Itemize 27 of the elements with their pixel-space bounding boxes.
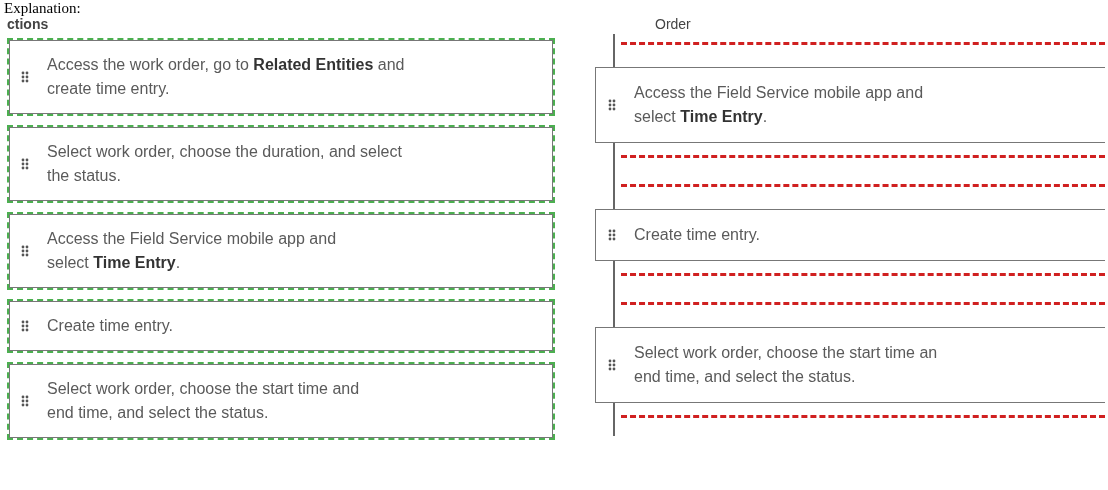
drag-handle-icon [21, 320, 29, 332]
drag-handle-icon [21, 71, 29, 83]
action-card[interactable]: Create time entry. [7, 299, 555, 353]
explanation-label: Explanation: [3, 0, 82, 16]
drag-handle-icon [608, 99, 616, 111]
action-card[interactable]: Select work order, choose the duration, and select the status. [7, 125, 555, 203]
action-text: Create time entry. [47, 316, 173, 336]
actions-heading: ctions [7, 16, 50, 34]
drag-handle-icon [21, 245, 29, 257]
drag-handle-icon [21, 158, 29, 170]
action-card[interactable]: Access the Field Service mobile app and select Time Entry. [7, 212, 555, 290]
action-text: Select work order, choose the duration, and select the status. [47, 142, 402, 186]
action-card[interactable]: Select work order, choose the start time and end time, and select the status. [7, 362, 555, 440]
answer-card[interactable]: Access the Field Service mobile app and select Time Entry. [595, 67, 1105, 143]
answer-text: Select work order, choose the start time an end time, and select the status. [634, 343, 938, 387]
answer-text: Create time entry. [634, 225, 760, 245]
action-text: Access the Field Service mobile app and select Time Entry. [47, 229, 337, 273]
answer-text: Access the Field Service mobile app and select Time Entry. [634, 83, 924, 127]
action-text: Select work order, choose the start time and end time, and select the status. [47, 379, 360, 423]
answer-card[interactable]: Create time entry. [595, 209, 1105, 261]
answer-card[interactable]: Select work order, choose the start time an end time, and select the status. [595, 327, 1105, 403]
action-text: Access the work order, go to Related Entities and create time entry. [47, 55, 405, 99]
drag-handle-icon [608, 229, 616, 241]
drag-handle-icon [21, 395, 29, 407]
action-card[interactable]: Access the work order, go to Related Entities and create time entry. [7, 38, 555, 116]
order-heading: Order [654, 16, 692, 34]
drag-handle-icon [608, 359, 616, 371]
